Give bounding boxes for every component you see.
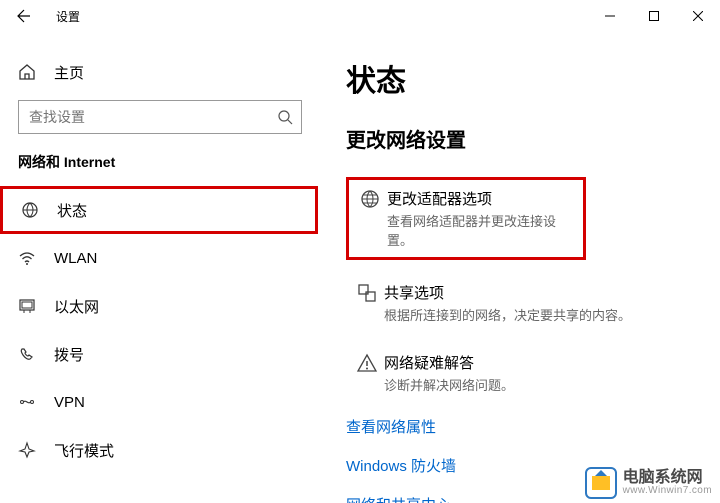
link-sharing-center[interactable]: 网络和共享中心 xyxy=(346,494,710,503)
warning-icon xyxy=(356,352,384,394)
sidebar-item-vpn[interactable]: VPN xyxy=(0,378,320,426)
sidebar-item-dialup[interactable]: 拨号 xyxy=(0,330,320,378)
option-desc: 诊断并解决网络问题。 xyxy=(384,375,700,394)
link-firewall[interactable]: Windows 防火墙 xyxy=(346,455,710,476)
airplane-icon xyxy=(18,441,40,459)
sidebar-item-wlan[interactable]: WLAN xyxy=(0,234,320,282)
home-icon xyxy=(18,63,40,81)
sidebar-item-ethernet[interactable]: 以太网 xyxy=(0,282,320,330)
sidebar-item-label: WLAN xyxy=(54,250,97,267)
search-button[interactable] xyxy=(268,100,302,134)
option-title: 网络疑难解答 xyxy=(384,352,700,373)
back-arrow-icon xyxy=(16,8,32,24)
content-pane: 状态 更改网络设置 更改适配器选项 查看网络适配器并更改连接设置。 共享选项 根… xyxy=(320,32,720,503)
sidebar-item-label: 状态 xyxy=(57,200,87,221)
sidebar-item-airplane[interactable]: 飞行模式 xyxy=(0,426,320,474)
ethernet-icon xyxy=(18,297,40,315)
page-title: 状态 xyxy=(346,56,710,100)
search-input[interactable] xyxy=(18,100,302,134)
sidebar: 主页 网络和 Internet 状态 WLAN 以太网 xyxy=(0,32,320,503)
maximize-button[interactable] xyxy=(632,0,676,32)
minimize-icon xyxy=(605,11,615,21)
close-icon xyxy=(693,11,703,21)
home-label: 主页 xyxy=(54,62,84,83)
option-sharing[interactable]: 共享选项 根据所连接到的网络，决定要共享的内容。 xyxy=(346,276,710,330)
section-title: 更改网络设置 xyxy=(346,124,710,153)
back-button[interactable] xyxy=(0,0,48,32)
sidebar-item-label: 以太网 xyxy=(54,296,99,317)
app-title: 设置 xyxy=(56,8,80,25)
sidebar-item-label: VPN xyxy=(54,394,85,411)
option-adapter[interactable]: 更改适配器选项 查看网络适配器并更改连接设置。 xyxy=(346,177,586,260)
maximize-icon xyxy=(649,11,659,21)
minimize-button[interactable] xyxy=(588,0,632,32)
sidebar-item-label: 飞行模式 xyxy=(54,440,114,461)
wifi-icon xyxy=(18,249,40,267)
option-desc: 查看网络适配器并更改连接设置。 xyxy=(387,211,573,249)
dialup-icon xyxy=(18,345,40,363)
window-controls xyxy=(588,0,720,32)
category-label: 网络和 Internet xyxy=(0,152,320,172)
option-troubleshoot[interactable]: 网络疑难解答 诊断并解决网络问题。 xyxy=(346,346,710,400)
search-wrap xyxy=(18,100,302,134)
vpn-icon xyxy=(18,393,40,411)
sidebar-item-status[interactable]: 状态 xyxy=(0,186,318,234)
option-desc: 根据所连接到的网络，决定要共享的内容。 xyxy=(384,305,700,324)
close-button[interactable] xyxy=(676,0,720,32)
option-title: 共享选项 xyxy=(384,282,700,303)
option-title: 更改适配器选项 xyxy=(387,188,573,209)
sharing-icon xyxy=(356,282,384,324)
search-icon xyxy=(278,110,293,125)
link-network-props[interactable]: 查看网络属性 xyxy=(346,416,710,437)
globe-icon xyxy=(359,188,387,249)
home-link[interactable]: 主页 xyxy=(0,52,320,92)
status-icon xyxy=(21,201,43,219)
title-bar: 设置 xyxy=(0,0,720,32)
sidebar-item-label: 拨号 xyxy=(54,344,84,365)
